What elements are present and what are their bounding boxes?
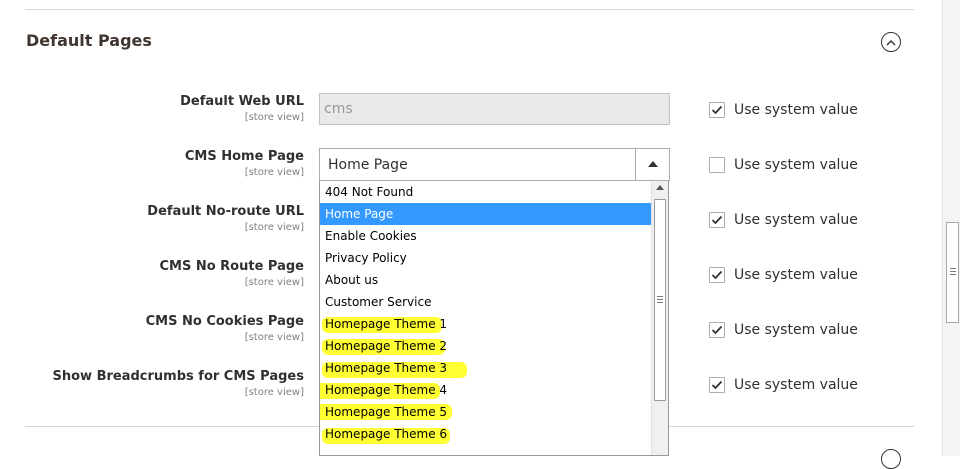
default-web-url-input: cms	[319, 93, 670, 125]
page-scroll-thumb[interactable]	[946, 222, 959, 323]
option-privacy-policy[interactable]: Privacy Policy	[320, 247, 652, 269]
option-404-not-found[interactable]: 404 Not Found	[320, 181, 652, 203]
scroll-up-arrow-icon[interactable]	[656, 185, 664, 190]
use-system-value-cms-home-page[interactable]: Use system value	[709, 157, 858, 173]
use-system-value-label: Use system value	[734, 377, 858, 393]
scope-label: [store view]	[244, 222, 304, 233]
use-system-value-label: Use system value	[734, 157, 858, 173]
cms-home-page-select[interactable]: Home Page	[319, 148, 670, 181]
next-section-toggle-button[interactable]	[881, 449, 901, 469]
option-homepage-theme-5[interactable]: Homepage Theme 5	[320, 401, 652, 423]
option-home-page-selected[interactable]: Home Page	[320, 203, 652, 225]
checkmark-icon	[711, 325, 723, 335]
use-system-value-label: Use system value	[734, 267, 858, 283]
collapse-section-button[interactable]	[881, 32, 901, 52]
use-system-value-cms-no-cookies-page[interactable]: Use system value	[709, 322, 858, 338]
option-customer-service[interactable]: Customer Service	[320, 291, 652, 313]
option-about-us[interactable]: About us	[320, 269, 652, 291]
grip-line	[950, 271, 956, 272]
field-label-cms-no-cookies-page: CMS No Cookies Page [store view]	[14, 314, 304, 344]
option-homepage-theme-6[interactable]: Homepage Theme 6	[320, 423, 652, 445]
grip-line	[657, 296, 663, 297]
grip-line	[950, 268, 956, 269]
field-label-default-no-route-url: Default No-route URL [store view]	[14, 204, 304, 234]
checkbox-checked[interactable]	[709, 102, 725, 118]
use-system-value-cms-no-route-page[interactable]: Use system value	[709, 267, 858, 283]
dropdown-scrollbar[interactable]	[651, 181, 668, 455]
use-system-value-label: Use system value	[734, 102, 858, 118]
field-label: CMS Home Page	[184, 149, 304, 164]
cms-home-page-options-list[interactable]: 404 Not Found Home Page Enable Cookies P…	[319, 181, 669, 456]
field-label-cms-home-page: CMS Home Page [store view]	[14, 149, 304, 179]
field-label: CMS No Cookies Page	[145, 314, 304, 329]
checkmark-icon	[711, 105, 723, 115]
dropdown-toggle[interactable]	[635, 149, 669, 180]
chevron-up-icon	[886, 39, 896, 46]
use-system-value-label: Use system value	[734, 322, 858, 338]
checkbox-checked[interactable]	[709, 212, 725, 228]
checkbox-checked[interactable]	[709, 377, 725, 393]
scope-label: [store view]	[244, 112, 304, 123]
option-homepage-theme-2[interactable]: Homepage Theme 2	[320, 335, 652, 357]
scope-label: [store view]	[244, 332, 304, 343]
use-system-value-default-no-route-url[interactable]: Use system value	[709, 212, 858, 228]
scope-label: [store view]	[244, 277, 304, 288]
caret-up-icon	[648, 161, 658, 167]
grip-line	[657, 299, 663, 300]
field-label: Default Web URL	[180, 94, 304, 109]
grip-line	[657, 302, 663, 303]
grip-line	[950, 274, 956, 275]
use-system-value-label: Use system value	[734, 212, 858, 228]
checkmark-icon	[711, 215, 723, 225]
checkmark-icon	[711, 380, 723, 390]
checkbox-checked[interactable]	[709, 322, 725, 338]
checkmark-icon	[711, 270, 723, 280]
field-label-show-breadcrumbs: Show Breadcrumbs for CMS Pages [store vi…	[14, 369, 305, 399]
field-label-default-web-url: Default Web URL [store view]	[14, 94, 304, 124]
option-homepage-theme-1[interactable]: Homepage Theme 1	[320, 313, 652, 335]
use-system-value-default-web-url[interactable]: Use system value	[709, 102, 858, 118]
checkbox-unchecked[interactable]	[709, 157, 725, 173]
dropdown-scroll-thumb[interactable]	[654, 199, 666, 401]
option-enable-cookies[interactable]: Enable Cookies	[320, 225, 652, 247]
select-value: Home Page	[328, 157, 408, 173]
section-top-divider	[25, 9, 914, 10]
field-label-cms-no-route-page: CMS No Route Page [store view]	[14, 259, 304, 289]
field-label: Default No-route URL	[147, 204, 304, 219]
scope-label: [store view]	[244, 167, 304, 178]
section-title[interactable]: Default Pages	[26, 31, 152, 50]
field-label: CMS No Route Page	[159, 259, 304, 274]
option-homepage-theme-3[interactable]: Homepage Theme 3	[320, 357, 652, 379]
option-homepage-theme-4[interactable]: Homepage Theme 4	[320, 379, 652, 401]
field-label: Show Breadcrumbs for CMS Pages	[52, 369, 305, 384]
use-system-value-show-breadcrumbs[interactable]: Use system value	[709, 377, 858, 393]
scope-label: [store view]	[244, 387, 304, 398]
page-scrollbar[interactable]	[942, 0, 960, 456]
checkbox-checked[interactable]	[709, 267, 725, 283]
